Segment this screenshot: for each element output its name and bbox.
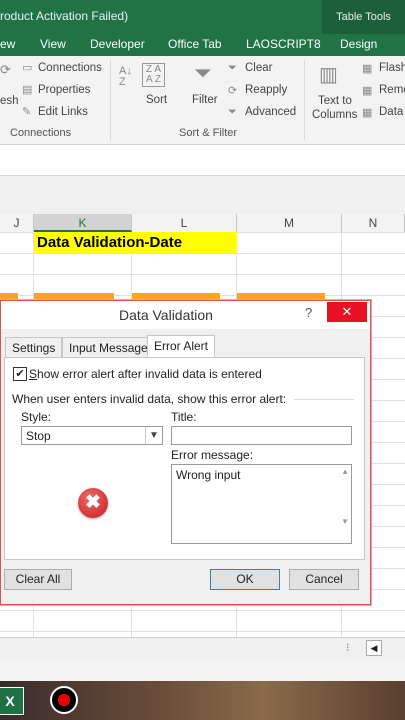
title-bar: roduct Activation Failed) Table Tools bbox=[0, 0, 405, 34]
column-header-l[interactable]: L bbox=[132, 214, 237, 232]
excel-taskbar-icon[interactable]: X bbox=[0, 687, 24, 715]
connections-button[interactable]: Connections bbox=[38, 62, 102, 74]
column-header-row: J K L M N bbox=[0, 214, 405, 233]
refresh-label[interactable]: esh bbox=[0, 95, 19, 107]
show-error-alert-checkbox[interactable]: ✔ bbox=[13, 367, 27, 381]
column-header-m[interactable]: M bbox=[237, 214, 342, 232]
dialog-title-bar[interactable]: Data Validation ? ✕ bbox=[1, 301, 370, 329]
remove-duplicates-button[interactable]: Remo bbox=[379, 84, 405, 96]
status-bar bbox=[0, 659, 405, 681]
tab-laoscript8[interactable]: LAOSCRIPT8 bbox=[246, 37, 321, 51]
connections-icon: ▭ bbox=[22, 62, 33, 74]
error-message-value: Wrong input bbox=[176, 468, 241, 482]
tab-view[interactable]: View bbox=[40, 37, 66, 51]
filter-funnel-icon: ⏷ bbox=[194, 60, 212, 85]
sort-dialog-icon: Z AA Z bbox=[142, 63, 166, 87]
sort-filter-group-label: Sort & Filter bbox=[179, 127, 238, 139]
flash-fill-button[interactable]: Flash bbox=[379, 62, 405, 74]
title-input[interactable] bbox=[171, 426, 352, 445]
ribbon-tab-row: ew View Developer Office Tab LAOSCRIPT8 … bbox=[0, 34, 405, 56]
error-message-textarea[interactable]: Wrong input ▲ ▼ bbox=[171, 464, 352, 544]
filter-button[interactable]: Filter bbox=[192, 94, 218, 106]
column-header-n[interactable]: N bbox=[342, 214, 405, 232]
cell-k1-text: Data Validation-Date bbox=[37, 234, 183, 251]
tab-office-tab[interactable]: Office Tab bbox=[168, 37, 222, 51]
cancel-button[interactable]: Cancel bbox=[289, 569, 359, 590]
advanced-filter-icon: ⏷ bbox=[228, 106, 237, 118]
clear-filter-icon: ⏷ bbox=[228, 62, 237, 74]
table-tools-context-tab[interactable]: Table Tools bbox=[322, 0, 405, 34]
column-header-k[interactable]: K bbox=[34, 214, 132, 232]
edit-links-button[interactable]: Edit Links bbox=[38, 106, 88, 118]
window-title: roduct Activation Failed) bbox=[0, 9, 129, 23]
advanced-button[interactable]: Advanced bbox=[245, 106, 296, 118]
data-validation-icon: ▦ bbox=[362, 107, 373, 119]
tab-review[interactable]: ew bbox=[0, 37, 15, 51]
stop-error-icon: ✖ bbox=[78, 488, 108, 518]
scroll-left-icon[interactable]: ◀ bbox=[366, 640, 382, 656]
data-validation-dialog: Data Validation ? ✕ Settings Input Messa… bbox=[0, 300, 371, 605]
error-message-label: Error message: bbox=[171, 448, 254, 462]
clear-all-button[interactable]: Clear All bbox=[4, 569, 72, 590]
text-to-columns-icon: ▥ bbox=[319, 64, 338, 86]
properties-button[interactable]: Properties bbox=[38, 84, 90, 96]
properties-icon: ▤ bbox=[22, 84, 33, 96]
reapply-button[interactable]: Reapply bbox=[245, 84, 287, 96]
help-button[interactable]: ? bbox=[305, 305, 312, 320]
formula-bar[interactable] bbox=[0, 145, 405, 176]
cell-k1-title[interactable]: Data Validation-Date bbox=[34, 232, 237, 254]
column-header-j[interactable]: J bbox=[0, 214, 34, 232]
ribbon-gap bbox=[0, 176, 405, 215]
taskbar: X bbox=[0, 681, 405, 720]
sort-az-icon[interactable]: A↓ Z bbox=[119, 66, 132, 88]
style-label: Style: bbox=[21, 410, 52, 424]
data-validation-button[interactable]: Data bbox=[379, 106, 403, 118]
text-to-columns-label-2[interactable]: Columns bbox=[312, 109, 357, 121]
style-value: Stop bbox=[26, 429, 51, 443]
ribbon-separator bbox=[110, 60, 111, 140]
horizontal-scrollbar[interactable]: ⁝ ◀ bbox=[0, 637, 405, 660]
close-button[interactable]: ✕ bbox=[327, 302, 367, 322]
chevron-down-icon[interactable]: ▼ bbox=[145, 427, 162, 444]
style-dropdown[interactable]: Stop ▼ bbox=[21, 426, 163, 445]
tab-settings[interactable]: Settings bbox=[5, 337, 63, 357]
flash-fill-icon: ▦ bbox=[362, 63, 373, 75]
scroll-grip-icon: ⁝ bbox=[346, 642, 350, 654]
remove-duplicates-icon: ▦ bbox=[362, 85, 373, 97]
ok-button[interactable]: OK bbox=[210, 569, 280, 590]
tab-error-alert[interactable]: Error Alert bbox=[147, 335, 216, 358]
connections-group-label: Connections bbox=[10, 127, 72, 139]
divider bbox=[294, 399, 354, 400]
tab-developer[interactable]: Developer bbox=[90, 37, 145, 51]
sort-button[interactable]: Sort bbox=[146, 94, 167, 106]
title-label: Title: bbox=[171, 410, 197, 424]
error-alert-panel: ✔ Show error alert after invalid data is… bbox=[4, 357, 365, 560]
edit-links-icon: ✎ bbox=[22, 106, 32, 118]
text-to-columns-label-1[interactable]: Text to bbox=[318, 95, 352, 107]
refresh-icon: ⟳ bbox=[0, 62, 11, 77]
ribbon: ⟳ esh ▭ Connections ▤ Properties ✎ Edit … bbox=[0, 56, 405, 145]
tab-input-message[interactable]: Input Message bbox=[62, 337, 155, 357]
reapply-icon: ⟳ bbox=[228, 85, 238, 97]
section-label: When user enters invalid data, show this… bbox=[12, 392, 287, 406]
show-error-alert-label[interactable]: Show error alert after invalid data is e… bbox=[29, 367, 262, 381]
record-icon[interactable] bbox=[50, 686, 78, 714]
dialog-title: Data Validation bbox=[119, 307, 213, 323]
textarea-scroll-icon[interactable]: ▲ ▼ bbox=[341, 467, 349, 527]
ribbon-separator bbox=[304, 60, 305, 140]
clear-button[interactable]: Clear bbox=[245, 62, 272, 74]
tab-design[interactable]: Design bbox=[340, 37, 377, 51]
